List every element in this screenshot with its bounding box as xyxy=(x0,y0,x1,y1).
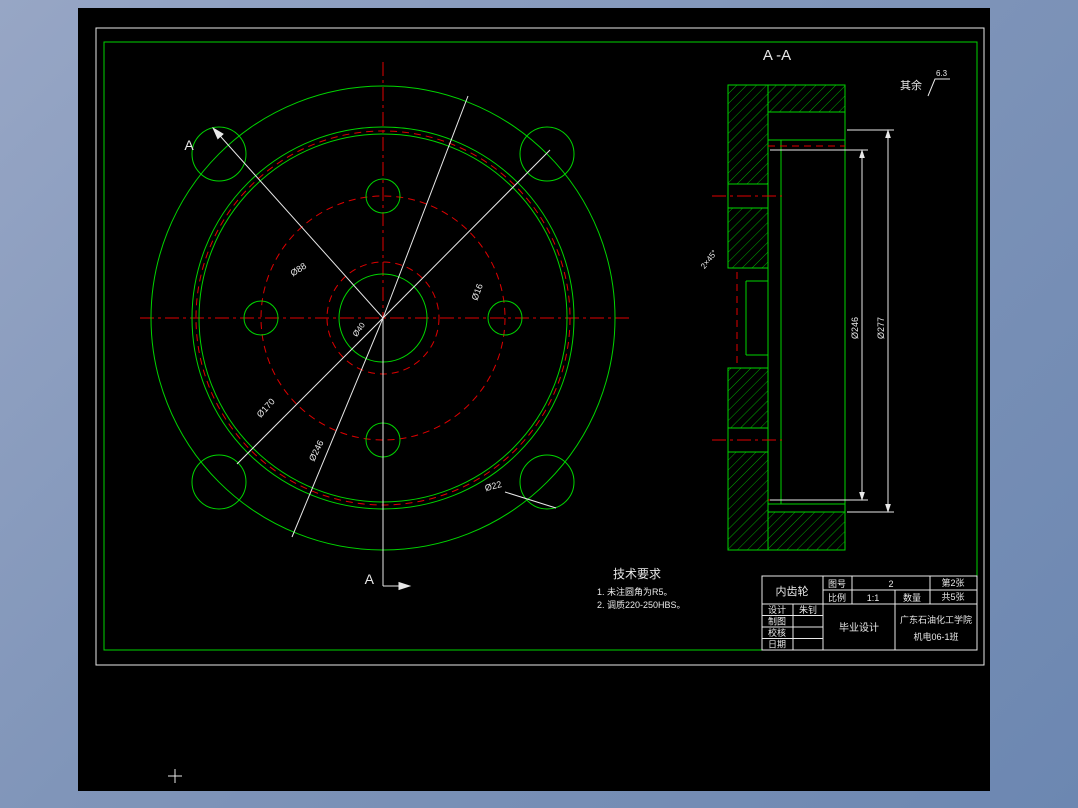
row-value-design: 朱钊 xyxy=(799,604,817,615)
dim-outer-label: Ø277 xyxy=(876,317,886,339)
part-name: 内齿轮 xyxy=(776,584,809,598)
scale-value: 1:1 xyxy=(867,593,880,603)
section-title: A -A xyxy=(763,47,791,64)
row-label-design: 设计 xyxy=(768,604,786,615)
section-label-top: A xyxy=(184,137,194,153)
app-background: A A Ø88 Ø16 Ø40 Ø170 Ø246 Ø22 A -A Ø246 … xyxy=(0,0,1078,808)
class-name: 机电06-1班 xyxy=(913,631,958,642)
drawing-no-value: 2 xyxy=(888,579,893,589)
school-name: 广东石油化工学院 xyxy=(900,614,972,625)
drawing-canvas[interactable] xyxy=(78,8,990,791)
row-label-date: 日期 xyxy=(768,640,786,650)
tech-req-title: 技术要求 xyxy=(613,567,661,581)
qty-label: 数量 xyxy=(903,592,921,603)
cad-canvas[interactable]: A A Ø88 Ø16 Ø40 Ø170 Ø246 Ø22 A -A Ø246 … xyxy=(0,0,1078,808)
tech-req-item-2: 2. 调质220-250HBS。 xyxy=(597,599,686,610)
scale-label: 比例 xyxy=(828,592,846,603)
dim-inner-label: Ø246 xyxy=(850,317,860,339)
surface-finish-prefix: 其余 xyxy=(900,78,922,92)
tech-req-item-1: 1. 未注圆角为R5。 xyxy=(597,586,673,597)
surface-finish-value: 6.3 xyxy=(936,69,948,78)
row-label-draft: 制图 xyxy=(768,616,786,627)
sheet-total: 共5张 xyxy=(941,592,964,602)
section-label-bottom: A xyxy=(365,571,375,587)
drawing-no-label: 图号 xyxy=(828,579,846,589)
project-name: 毕业设计 xyxy=(839,621,879,634)
sheet-no: 第2张 xyxy=(941,577,964,588)
row-label-check: 校核 xyxy=(768,627,786,638)
